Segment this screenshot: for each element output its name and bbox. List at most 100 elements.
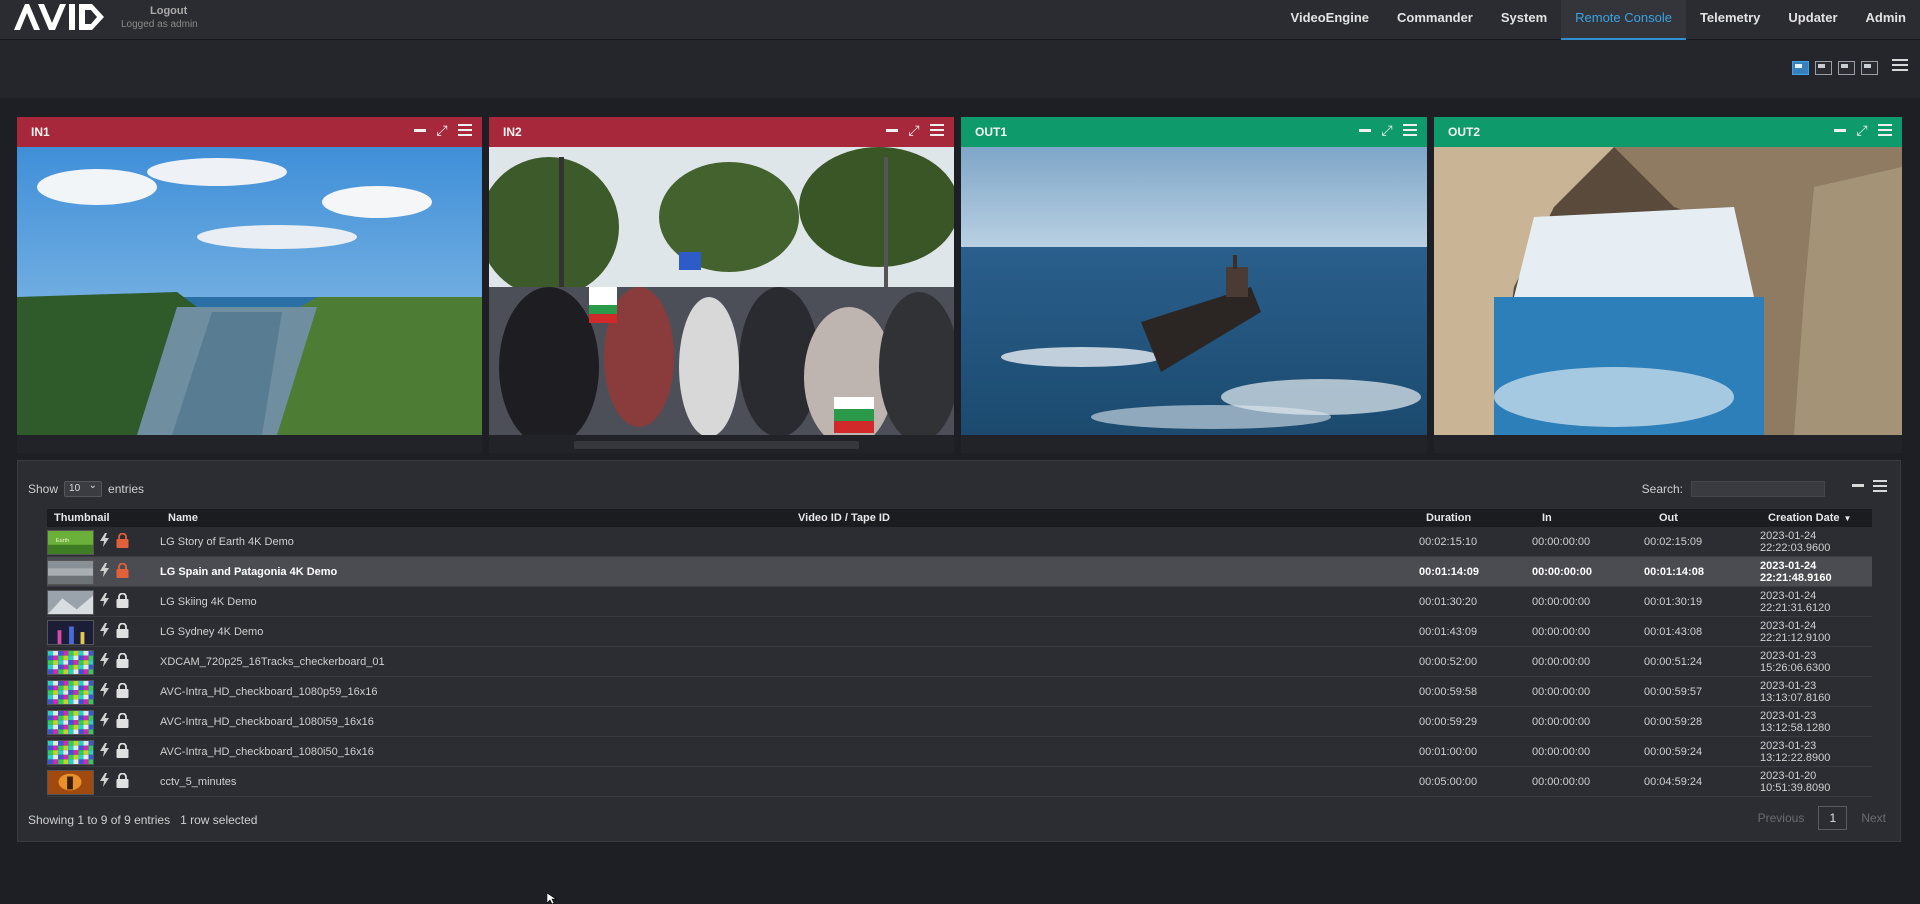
expand-icon[interactable]: ⤢ [1855,123,1869,137]
panel-menu-icon[interactable] [930,123,944,137]
lock-icon[interactable] [116,683,129,698]
expand-icon[interactable]: ⤢ [435,123,449,137]
table-menu-icon[interactable] [1873,480,1887,494]
nav-updater[interactable]: Updater [1774,0,1851,40]
row-thumbnail [47,620,94,645]
table-row[interactable]: AVC-Intra_HD_checkboard_1080p59_16x16 00:… [47,677,1872,707]
layout-split-icon[interactable] [1815,61,1832,75]
expand-icon[interactable]: ⤢ [907,123,921,137]
panel-footer [1434,435,1902,453]
cell-duration: 00:02:15:10 [1419,536,1478,548]
minimize-icon[interactable] [886,123,898,137]
table-row[interactable]: AVC-Intra_HD_checkboard_1080i59_16x16 00:… [47,707,1872,737]
col-creation-date[interactable]: Creation Date ▼ [1768,512,1851,524]
col-name[interactable]: Name [168,512,198,524]
minimize-icon[interactable] [414,123,426,137]
cell-duration: 00:01:30:20 [1419,596,1478,608]
table-header: Thumbnail Name Video ID / Tape ID Durati… [47,509,1872,527]
bolt-icon[interactable] [100,623,109,637]
cell-name: AVC-Intra_HD_checkboard_1080p59_16x16 [160,686,378,698]
row-thumbnail [47,560,94,585]
lock-icon[interactable] [116,623,129,638]
lock-icon[interactable] [116,593,129,608]
table-row[interactable]: XDCAM_720p25_16Tracks_checkerboard_01 00:… [47,647,1872,677]
lock-icon[interactable] [116,563,129,578]
bolt-icon[interactable] [100,653,109,667]
nav-telemetry[interactable]: Telemetry [1686,0,1774,40]
bolt-icon[interactable] [100,683,109,697]
col-video-id[interactable]: Video ID / Tape ID [798,512,890,524]
panel-menu-icon[interactable] [1403,123,1417,137]
cell-out: 00:00:59:28 [1644,716,1703,728]
table-row[interactable]: Earth LG Story of Earth 4K Demo 00:02:15:1… [47,527,1872,557]
nav-videoengine[interactable]: VideoEngine [1277,0,1384,40]
cell-creation-date: 2023-01-23 13:13:07.8160 [1760,680,1831,704]
cell-duration: 00:01:00:00 [1419,746,1478,758]
lock-icon[interactable] [116,713,129,728]
video-preview [1434,147,1902,435]
table-row[interactable]: LG Sydney 4K Demo 00:01:43:09 00:00:00:00 0… [47,617,1872,647]
cell-out: 00:04:59:24 [1644,776,1703,788]
table-row[interactable]: AVC-Intra_HD_checkboard_1080i50_16x16 00:… [47,737,1872,767]
row-thumbnail [47,770,94,795]
lock-icon[interactable] [116,653,129,668]
nav-system[interactable]: System [1487,0,1561,40]
nav-remote-console[interactable]: Remote Console [1561,0,1686,40]
cell-name: LG Sydney 4K Demo [160,626,264,638]
panel-title: OUT2 [1448,125,1481,139]
col-out[interactable]: Out [1659,512,1678,524]
lock-icon[interactable] [116,743,129,758]
lock-icon[interactable] [116,773,129,788]
video-preview [489,147,954,435]
table-row[interactable]: LG Skiing 4K Demo 00:01:30:20 00:00:00:00 0… [47,587,1872,617]
col-in[interactable]: In [1542,512,1552,524]
video-preview [961,147,1427,435]
table-row[interactable]: cctv_5_minutes 00:05:00:00 00:00:00:00 00:0… [47,767,1872,797]
bolt-icon[interactable] [100,713,109,727]
cell-duration: 00:00:52:00 [1419,656,1478,668]
cell-in: 00:00:00:00 [1532,566,1592,578]
minimize-icon[interactable] [1359,123,1371,137]
cell-out: 00:00:51:24 [1644,656,1703,668]
next-button[interactable]: Next [1861,811,1886,825]
panel-menu-icon[interactable] [458,123,472,137]
page-button[interactable]: 1 [1818,806,1848,830]
logout-link[interactable]: Logout [150,5,187,17]
cell-out: 00:01:43:08 [1644,626,1703,638]
bolt-icon[interactable] [100,563,109,577]
row-thumbnail [47,710,94,735]
cell-in: 00:00:00:00 [1532,656,1591,668]
bolt-icon[interactable] [100,593,109,607]
cell-name: XDCAM_720p25_16Tracks_checkerboard_01 [160,656,385,668]
horizontal-scrollbar[interactable] [574,441,859,449]
col-duration[interactable]: Duration [1426,512,1471,524]
bolt-icon[interactable] [100,533,109,547]
panel-menu-icon[interactable] [1878,123,1892,137]
minimize-icon[interactable] [1852,480,1864,492]
row-thumbnail [47,590,94,615]
nav-commander[interactable]: Commander [1383,0,1487,40]
lock-icon[interactable] [116,533,129,548]
search-input[interactable] [1691,481,1825,497]
col-thumbnail[interactable]: Thumbnail [54,512,110,524]
entries-label: entries [108,482,145,496]
bolt-icon[interactable] [100,773,109,787]
nav-admin[interactable]: Admin [1852,0,1920,40]
main-menu-icon[interactable] [1892,59,1908,73]
cell-duration: 00:01:14:09 [1419,566,1479,578]
layout-list-icon[interactable] [1838,61,1855,75]
mouse-cursor-icon [547,893,557,904]
layout-single-icon[interactable] [1792,61,1809,75]
expand-icon[interactable]: ⤢ [1380,123,1394,137]
panel-title: IN1 [31,125,50,139]
panel-out2: OUT2 ⤢ [1434,117,1902,453]
layout-grid-icon[interactable] [1861,61,1878,75]
row-thumbnail [47,740,94,765]
minimize-icon[interactable] [1834,123,1846,137]
previous-button[interactable]: Previous [1758,811,1805,825]
bolt-icon[interactable] [100,743,109,757]
panel-footer [489,435,954,453]
table-row[interactable]: LG Spain and Patagonia 4K Demo 00:01:14:0… [47,557,1872,587]
page-size-select[interactable]: 10 [64,479,103,497]
avid-logo [14,4,104,30]
